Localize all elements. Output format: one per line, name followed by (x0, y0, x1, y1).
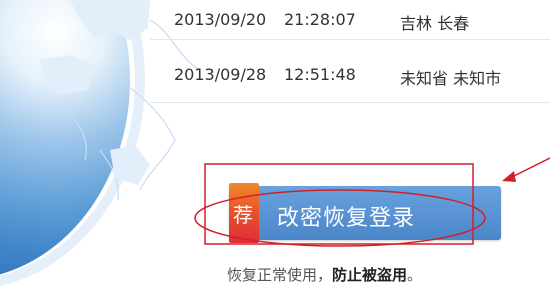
recommended-badge-text: 荐 (233, 203, 253, 227)
annotation-arrowhead-icon (502, 171, 516, 182)
login-record-row: 2013/09/20 21:28:07 吉林 长春 (150, 0, 550, 40)
annotation-arrow-icon (509, 157, 550, 179)
record-date: 2013/09/28 (174, 65, 267, 84)
record-location: 吉林 长春 (400, 14, 470, 33)
recommended-badge: 荐 (229, 183, 259, 243)
change-password-recover-login-button[interactable]: 荐 改密恢复登录 (229, 183, 501, 243)
record-date: 2013/09/20 (174, 10, 267, 29)
login-records-panel: 2013/09/20 21:28:07 吉林 长春 2013/09/28 12:… (0, 0, 550, 300)
footer-note-suffix: 。 (407, 266, 423, 284)
record-time: 12:51:48 (284, 65, 356, 84)
record-location: 未知省 未知市 (400, 69, 502, 88)
login-record-row: 2013/09/28 12:51:48 未知省 未知市 (150, 55, 550, 103)
footer-note-emphasis: 防止被盗用 (332, 266, 408, 284)
login-record-list: 2013/09/20 21:28:07 吉林 长春 2013/09/28 12:… (150, 0, 550, 103)
button-label: 改密恢复登录 (277, 206, 416, 231)
footer-note: 恢复正常使用，防止被盗用。 (227, 264, 422, 285)
footer-note-prefix: 恢复正常使用， (227, 266, 333, 284)
record-time: 21:28:07 (284, 10, 356, 29)
